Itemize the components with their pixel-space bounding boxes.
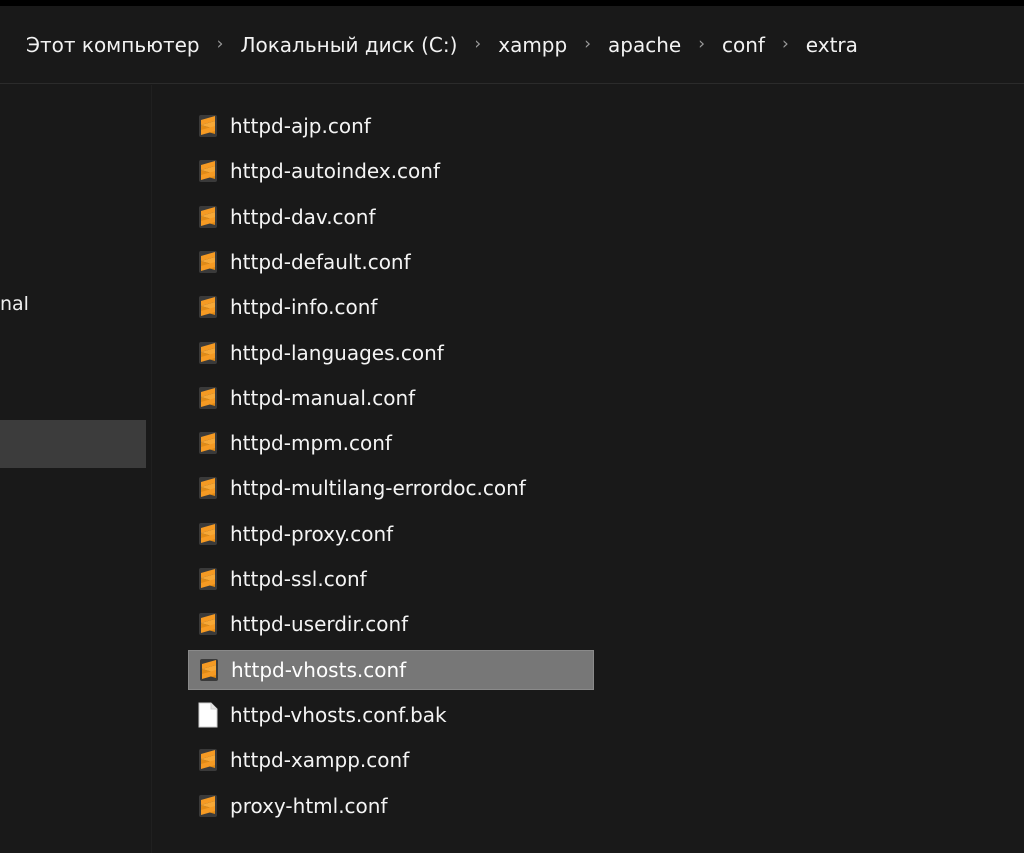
file-item[interactable]: httpd-dav.conf (188, 197, 594, 237)
file-name: httpd-info.conf (230, 295, 378, 319)
breadcrumb-item[interactable]: Локальный диск (C:) (240, 33, 457, 57)
file-item[interactable]: httpd-mpm.conf (188, 423, 594, 463)
sublime-text-icon (195, 113, 221, 139)
file-name: httpd-vhosts.conf.bak (230, 703, 447, 727)
file-item[interactable]: httpd-userdir.conf (188, 604, 594, 644)
breadcrumb-item[interactable]: extra (806, 33, 858, 57)
nav-item-selected[interactable] (0, 420, 146, 468)
file-name: httpd-manual.conf (230, 386, 416, 410)
file-item[interactable]: httpd-ajp.conf (188, 106, 594, 146)
sublime-text-icon (195, 294, 221, 320)
sublime-text-icon (195, 204, 221, 230)
file-name: httpd-languages.conf (230, 341, 444, 365)
file-item[interactable]: httpd-vhosts.conf.bak (188, 695, 594, 735)
file-name: httpd-dav.conf (230, 205, 376, 229)
nav-item-label[interactable]: nal (0, 293, 29, 315)
chevron-right-icon[interactable]: › (217, 34, 224, 54)
blank-file-icon (195, 702, 221, 728)
file-name: httpd-userdir.conf (230, 612, 409, 636)
file-name: httpd-vhosts.conf (231, 658, 407, 682)
file-name: httpd-autoindex.conf (230, 159, 440, 183)
file-name: httpd-mpm.conf (230, 431, 392, 455)
file-name: httpd-proxy.conf (230, 522, 394, 546)
file-name: httpd-ssl.conf (230, 567, 367, 591)
sublime-text-icon (195, 521, 221, 547)
chevron-right-icon[interactable]: › (584, 34, 591, 54)
sublime-text-icon (195, 566, 221, 592)
file-item[interactable]: httpd-manual.conf (188, 378, 594, 418)
file-item[interactable]: httpd-info.conf (188, 287, 594, 327)
file-item[interactable]: httpd-multilang-errordoc.conf (188, 468, 594, 508)
file-item[interactable]: httpd-ssl.conf (188, 559, 594, 599)
sublime-text-icon (196, 657, 222, 683)
sublime-text-icon (195, 611, 221, 637)
file-item[interactable]: httpd-autoindex.conf (188, 151, 594, 191)
file-item[interactable]: httpd-languages.conf (188, 333, 594, 373)
sublime-text-icon (195, 430, 221, 456)
chevron-right-icon[interactable]: › (698, 34, 705, 54)
sublime-text-icon (195, 793, 221, 819)
sublime-text-icon (195, 340, 221, 366)
sublime-text-icon (195, 249, 221, 275)
file-item[interactable]: httpd-vhosts.conf (188, 650, 594, 690)
chevron-right-icon[interactable]: › (782, 34, 789, 54)
file-item[interactable]: httpd-proxy.conf (188, 514, 594, 554)
file-item[interactable]: proxy-html.conf (188, 786, 594, 826)
sublime-text-icon (195, 747, 221, 773)
breadcrumb-item[interactable]: xampp (498, 33, 567, 57)
file-explorer-window: Этот компьютер › Локальный диск (C:) › xampp… (0, 0, 1024, 853)
sublime-text-icon (195, 385, 221, 411)
breadcrumb-item[interactable]: apache (608, 33, 681, 57)
file-name: httpd-default.conf (230, 250, 411, 274)
chevron-right-icon[interactable]: › (474, 34, 481, 54)
sublime-text-icon (195, 158, 221, 184)
file-name: httpd-multilang-errordoc.conf (230, 476, 526, 500)
address-bar[interactable]: Этот компьютер › Локальный диск (C:) › xampp… (0, 6, 1024, 84)
file-name: httpd-xampp.conf (230, 748, 410, 772)
navigation-pane[interactable]: nal (0, 85, 151, 853)
file-list: httpd-ajp.conf httpd-autoindex.conf httpd-… (152, 85, 1024, 853)
breadcrumb-item[interactable]: Этот компьютер (26, 33, 200, 57)
sublime-text-icon (195, 475, 221, 501)
file-name: proxy-html.conf (230, 794, 388, 818)
file-item[interactable]: httpd-default.conf (188, 242, 594, 282)
file-name: httpd-ajp.conf (230, 114, 371, 138)
breadcrumb-item[interactable]: conf (722, 33, 765, 57)
file-item[interactable]: httpd-xampp.conf (188, 740, 594, 780)
